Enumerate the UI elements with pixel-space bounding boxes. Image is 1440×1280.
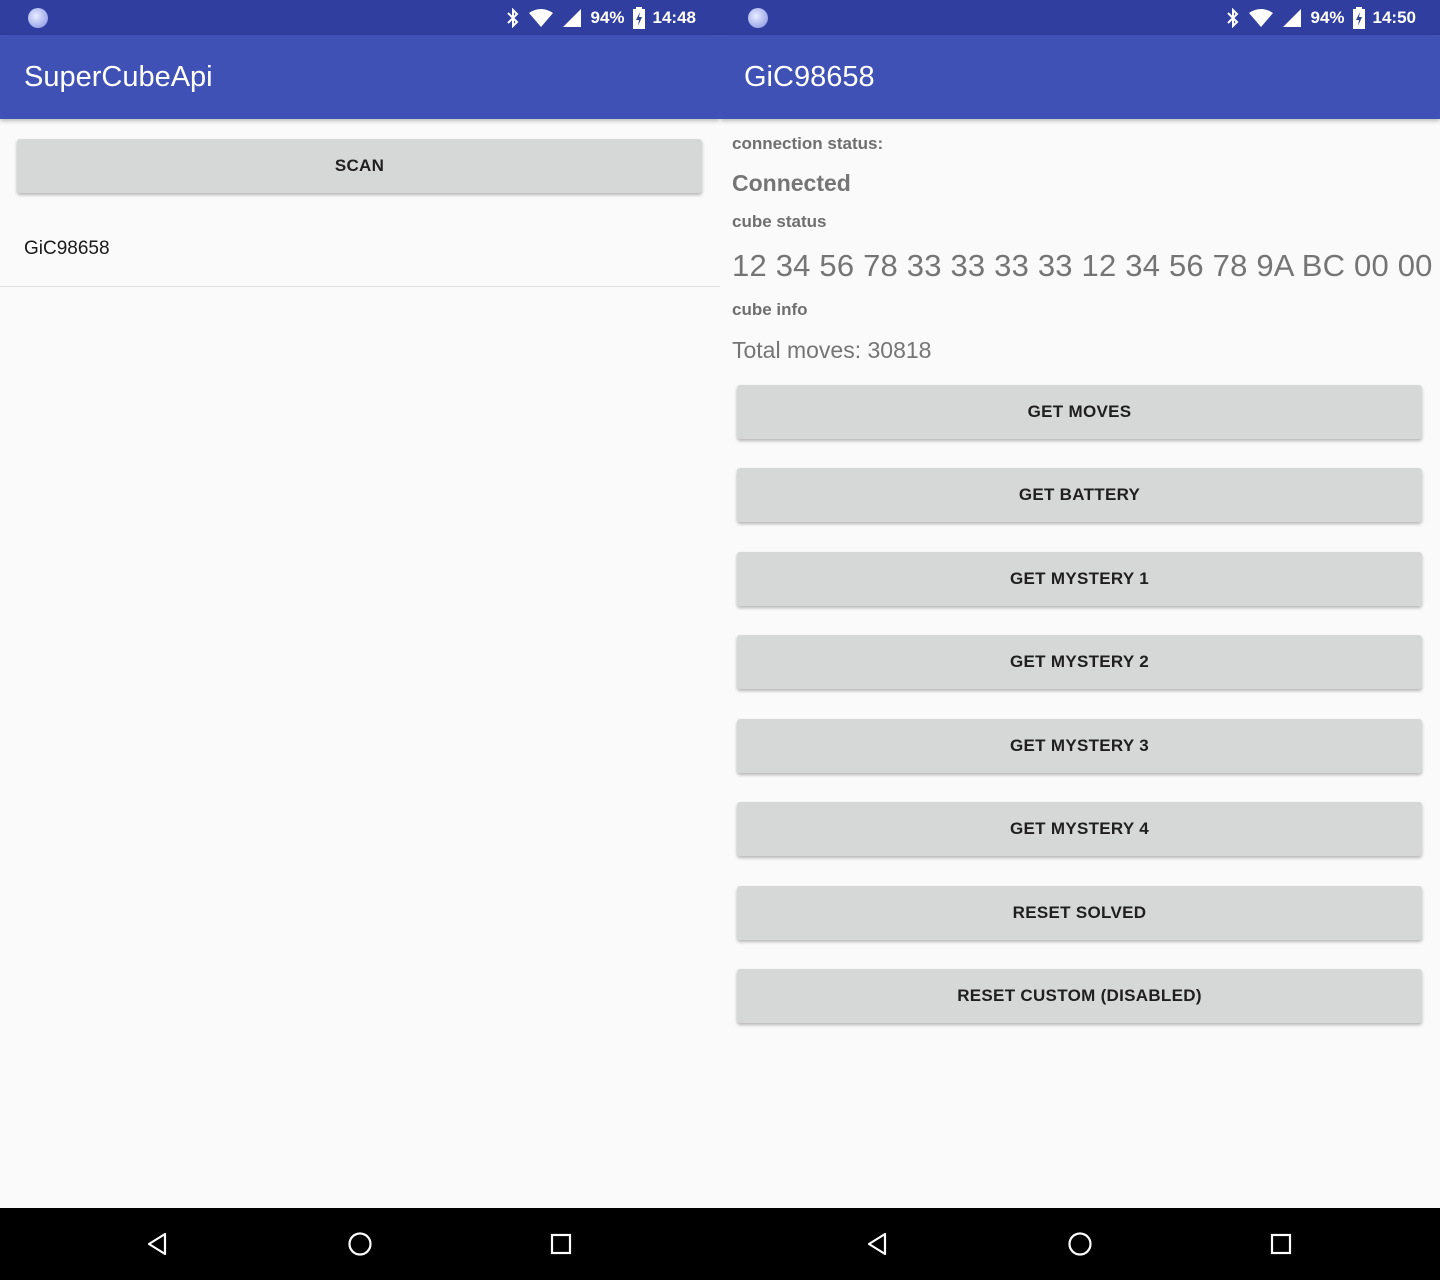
app-bar: SuperCubeApi bbox=[0, 35, 720, 119]
get-mystery-4-button[interactable]: GET MYSTERY 4 bbox=[737, 802, 1422, 856]
recents-icon[interactable] bbox=[547, 1230, 575, 1258]
battery-charging-icon bbox=[632, 6, 645, 29]
get-moves-button[interactable]: GET MOVES bbox=[737, 385, 1422, 439]
app-title: GiC98658 bbox=[744, 61, 875, 93]
home-icon[interactable] bbox=[1066, 1230, 1094, 1258]
status-time: 14:48 bbox=[652, 7, 696, 27]
back-icon[interactable] bbox=[144, 1230, 172, 1258]
device-scan-screen: 94% 14:48 SuperCubeApi SCAN GiC98658 bbox=[0, 0, 720, 1208]
device-detail-screen: 94% 14:50 GiC98658 connection status: Co… bbox=[720, 0, 1440, 1208]
notification-dot-icon bbox=[28, 8, 48, 28]
bluetooth-icon bbox=[1226, 7, 1240, 28]
cell-signal-icon bbox=[1282, 8, 1302, 28]
app-bar: GiC98658 bbox=[720, 35, 1440, 119]
cube-info-label: cube info bbox=[732, 300, 808, 319]
get-mystery-3-button[interactable]: GET MYSTERY 3 bbox=[737, 719, 1422, 773]
wifi-icon bbox=[1248, 8, 1274, 28]
reset-solved-button[interactable]: RESET SOLVED bbox=[737, 886, 1422, 940]
recents-icon[interactable] bbox=[1267, 1230, 1295, 1258]
cube-status-label: cube status bbox=[732, 212, 827, 231]
wifi-icon bbox=[528, 8, 554, 28]
notification-dot-icon bbox=[748, 8, 768, 28]
get-mystery-1-button[interactable]: GET MYSTERY 1 bbox=[737, 552, 1422, 606]
connection-status-label: connection status: bbox=[732, 134, 884, 153]
home-icon[interactable] bbox=[346, 1230, 374, 1258]
battery-percentage: 94% bbox=[590, 7, 625, 27]
connection-status-value: Connected bbox=[732, 170, 851, 196]
battery-charging-icon bbox=[1352, 6, 1365, 29]
app-title: SuperCubeApi bbox=[24, 61, 213, 93]
list-item-device[interactable]: GiC98658 bbox=[0, 212, 720, 287]
status-time: 14:50 bbox=[1372, 7, 1416, 27]
navigation-bar bbox=[0, 1208, 1440, 1280]
reset-custom-button[interactable]: RESET CUSTOM (DISABLED) bbox=[737, 969, 1422, 1023]
device-name: GiC98658 bbox=[24, 238, 110, 259]
scan-button[interactable]: SCAN bbox=[17, 139, 702, 193]
cube-info-value: Total moves: 30818 bbox=[732, 337, 932, 363]
battery-percentage: 94% bbox=[1310, 7, 1345, 27]
back-icon[interactable] bbox=[864, 1230, 892, 1258]
cube-status-value: 12 34 56 78 33 33 33 33 12 34 56 78 9A B… bbox=[732, 248, 1433, 283]
cell-signal-icon bbox=[562, 8, 582, 28]
status-bar: 94% 14:50 bbox=[720, 0, 1440, 35]
status-bar: 94% 14:48 bbox=[0, 0, 720, 35]
get-mystery-2-button[interactable]: GET MYSTERY 2 bbox=[737, 635, 1422, 689]
get-battery-button[interactable]: GET BATTERY bbox=[737, 468, 1422, 522]
bluetooth-icon bbox=[506, 7, 520, 28]
